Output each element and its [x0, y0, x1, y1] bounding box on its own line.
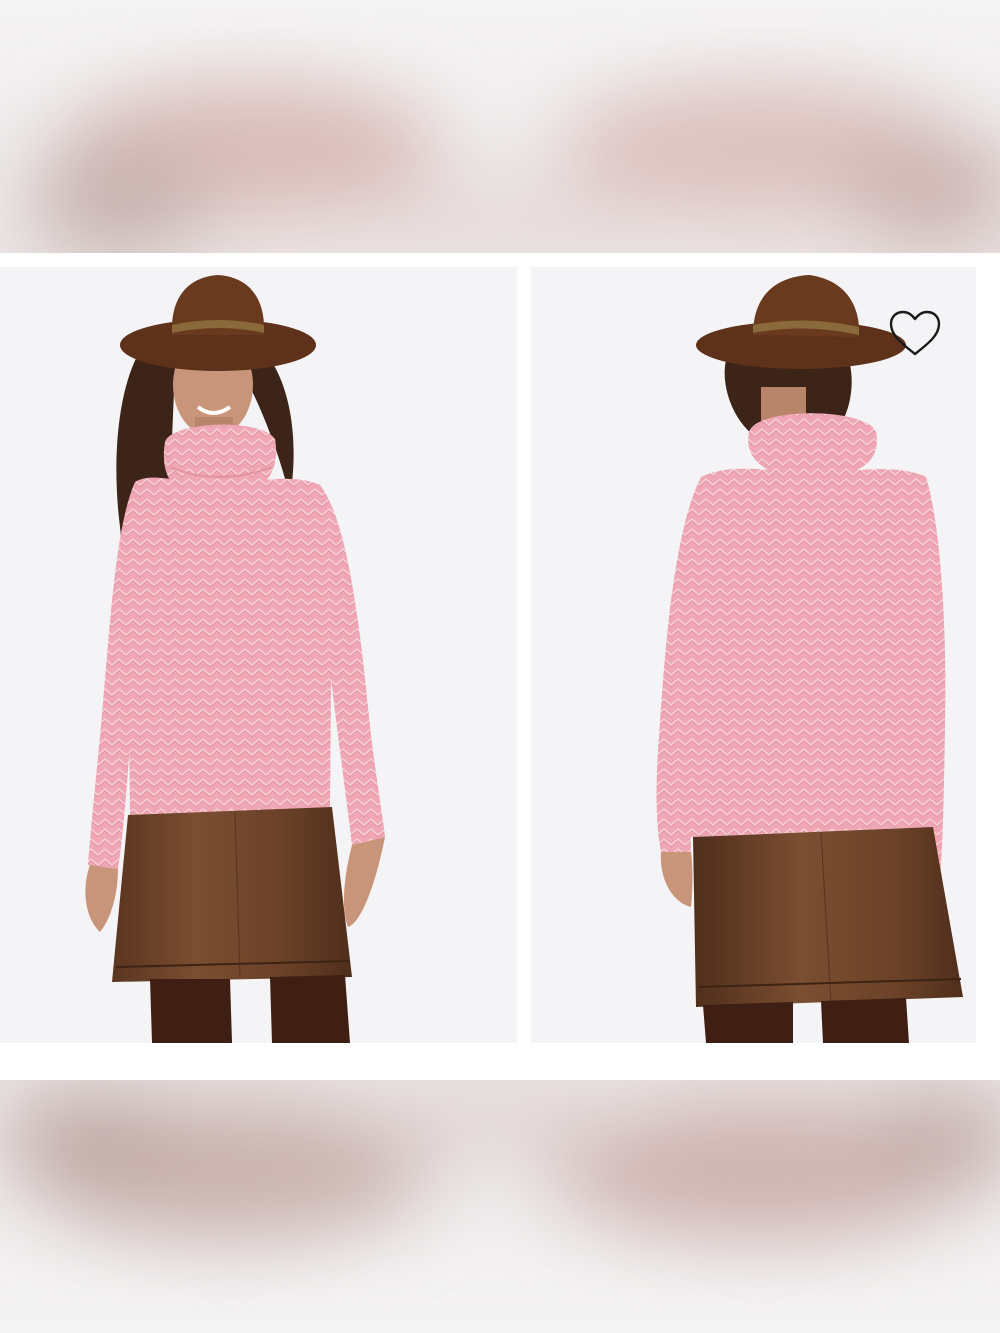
wishlist-heart-button[interactable] — [887, 308, 943, 360]
product-photo-back[interactable] — [531, 267, 976, 1043]
blurred-backdrop-bottom — [0, 1080, 1000, 1333]
blurred-backdrop-top — [0, 0, 1000, 253]
product-photo-front[interactable] — [0, 267, 517, 1043]
heart-outline-icon — [889, 310, 941, 356]
screenshot-page — [0, 0, 1000, 1333]
product-image-gallery — [0, 253, 1000, 1080]
